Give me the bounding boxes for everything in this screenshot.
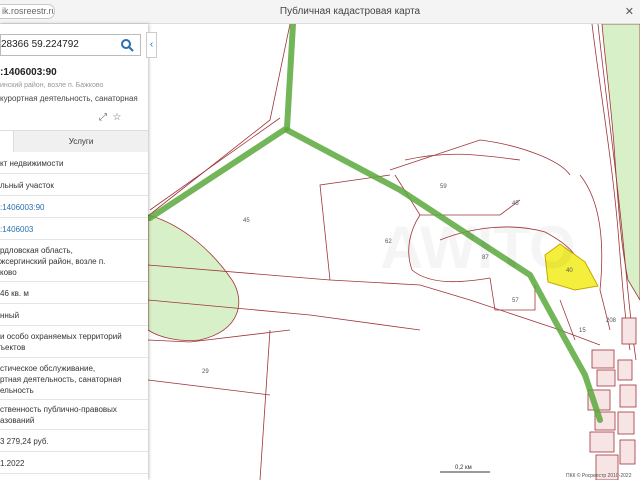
svg-text:AWITO: AWITO — [380, 214, 576, 281]
attribute-text: азований — [0, 416, 35, 425]
attribute-row: рдловская область, жсергинский район, воз… — [0, 240, 148, 282]
parcel-label: 57 — [512, 298, 519, 304]
attribute-row: стическое обслуживание, ртная деятельност… — [0, 358, 148, 400]
parcel-label: 62 — [385, 239, 392, 245]
svg-text:0,2 км: 0,2 км — [455, 465, 472, 471]
collapse-panel-button[interactable]: ‹ — [146, 32, 157, 58]
parcel-label: 40 — [566, 268, 573, 274]
attribute-text: 46 кв. м — [0, 288, 29, 298]
attribute-text: 3 279,24 руб. — [0, 436, 49, 446]
attribute-row[interactable]: :1406003:90 — [0, 196, 148, 218]
parcel-label: 29 — [202, 369, 209, 375]
green-area-west — [147, 214, 240, 341]
attribute-list: кт недвижимости льный участок :1406003:90:… — [0, 152, 148, 474]
parcel-label: 59 — [440, 184, 447, 190]
attribute-text: стическое обслуживание, — [0, 363, 96, 373]
window-title: Публичная кадастровая карта — [279, 6, 421, 17]
attribute-text: льный участок — [0, 180, 54, 190]
attribute-text: 1.2022 — [0, 458, 25, 468]
attribute-row: 3 279,24 руб. — [0, 430, 148, 452]
attribute-text: :1406003:90 — [0, 202, 45, 212]
expand-icon[interactable]: ⤢ — [96, 112, 110, 123]
parcel-label: 87 — [482, 255, 489, 261]
object-number: :1406003:90 — [0, 67, 57, 78]
attribute-text: рдловская область, — [0, 245, 73, 255]
attribute-text: ъектов — [0, 343, 26, 352]
attribute-text: ельность — [0, 385, 34, 395]
parcel-label: 45 — [243, 218, 250, 224]
attribute-row: нный — [0, 304, 148, 326]
parcel-label: 208 — [606, 318, 617, 324]
search-icon[interactable] — [120, 38, 134, 52]
attribute-text: кт недвижимости — [0, 158, 64, 168]
search-box[interactable]: 28366 59.224792 — [0, 34, 141, 56]
green-area-east — [601, 24, 640, 301]
attribute-row: ственность публично-правовых азований — [0, 400, 148, 430]
object-location: инский район, возле п. Бажково — [0, 82, 104, 89]
attribute-text: :1406003 — [0, 224, 34, 234]
url-field[interactable]: ik.rosreestr.ru — [0, 4, 55, 19]
attribute-text: нный — [0, 310, 20, 320]
attribute-text: жсергинский район, возле п. — [0, 256, 106, 266]
tab-info[interactable] — [0, 131, 14, 152]
search-input[interactable]: 28366 59.224792 — [1, 39, 79, 50]
attribute-row[interactable]: :1406003 — [0, 218, 148, 240]
parcel-label: 15 — [579, 328, 586, 334]
attribute-row: и особо охраняемых территорий ъектов — [0, 326, 148, 358]
map-copyright: ПКК © Росреестр 2010-2022 — [566, 472, 632, 479]
attribute-text: ственность публично-правовых — [0, 405, 117, 414]
object-description: курортная деятельность, санаторная — [0, 94, 138, 103]
panel-tools: ⤢ ☆ — [96, 112, 124, 123]
info-panel: 28366 59.224792 :1406003:90 инский район… — [0, 24, 148, 480]
close-icon[interactable]: ✕ — [625, 5, 634, 18]
attribute-row: 46 кв. м — [0, 282, 148, 304]
tab-services[interactable]: Услуги — [14, 131, 148, 152]
scale-bar: 0,2 км — [440, 465, 490, 473]
title-bar: ik.rosreestr.ru Публичная кадастровая ка… — [0, 0, 640, 24]
attribute-row: 1.2022 — [0, 452, 148, 474]
attribute-row: кт недвижимости — [0, 152, 148, 174]
star-icon[interactable]: ☆ — [110, 112, 124, 123]
parcel-label: 45 — [512, 201, 519, 207]
attribute-row: льный участок — [0, 174, 148, 196]
tab-bar: Услуги — [0, 130, 148, 152]
attribute-text: ково — [0, 267, 17, 277]
attribute-text: ртная деятельность, санаторная — [0, 374, 122, 384]
attribute-text: и особо охраняемых территорий — [0, 332, 122, 341]
